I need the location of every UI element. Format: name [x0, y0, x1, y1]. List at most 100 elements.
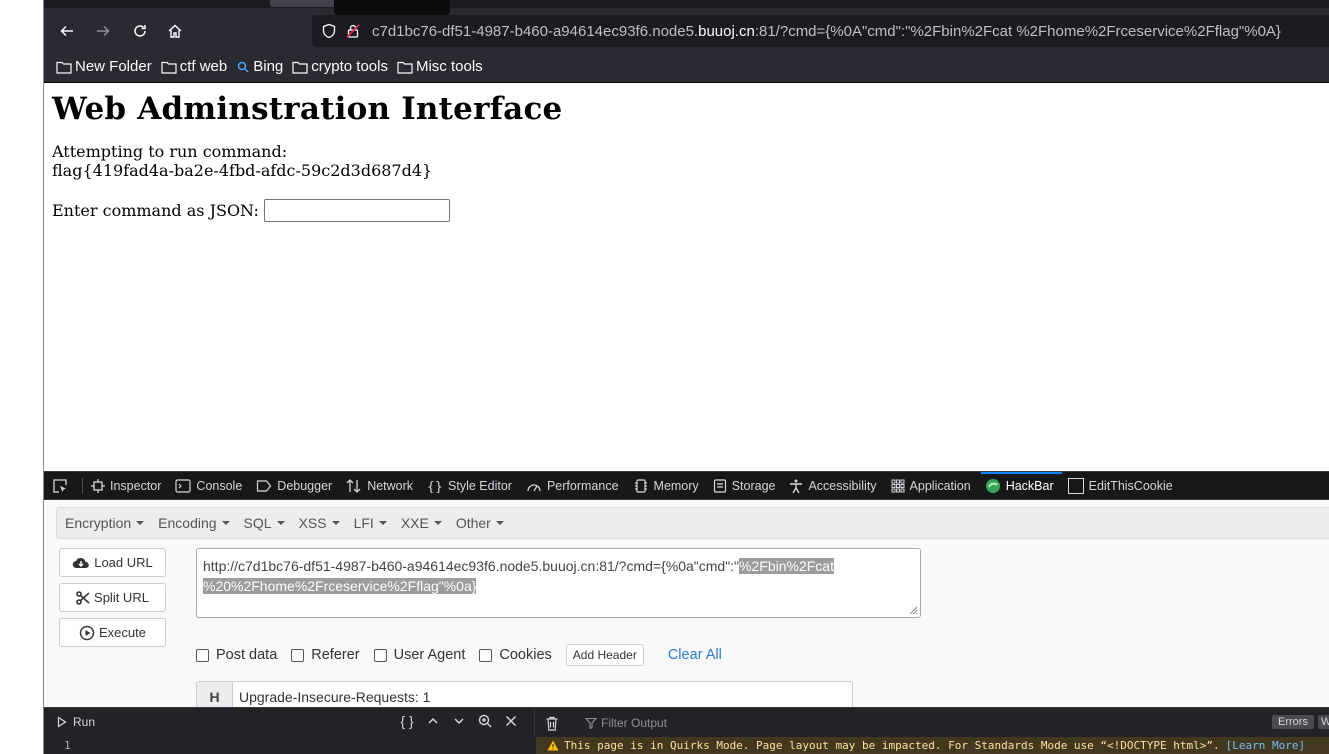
play-icon [57, 716, 67, 728]
menu-xss[interactable]: XSS [299, 515, 340, 531]
url-text-selected: %2Fbin%2Fcat [739, 558, 834, 574]
element-picker-button[interactable] [52, 478, 72, 494]
cookies-checkbox[interactable]: Cookies [479, 647, 552, 663]
chevron-down-icon[interactable] [446, 715, 472, 727]
shield-icon[interactable] [318, 20, 340, 42]
header-row: H Upgrade-Insecure-Requests: 1 [196, 681, 853, 707]
header-value[interactable]: Upgrade-Insecure-Requests: 1 [239, 689, 430, 705]
tab-storage[interactable]: Storage [713, 472, 775, 500]
editor-controls: { } [394, 713, 524, 729]
quirks-mode-warning: This page is in Quirks Mode. Page layout… [536, 737, 1329, 754]
tab-network[interactable]: Network [346, 472, 413, 500]
run-button[interactable]: Run [56, 715, 95, 729]
url-domain: buuoj.cn [698, 22, 755, 40]
load-url-button[interactable]: Load URL [59, 548, 166, 577]
command-input[interactable] [263, 199, 450, 222]
user-agent-checkbox[interactable]: User Agent [373, 647, 465, 663]
run-label: Run [73, 715, 96, 729]
application-icon [891, 479, 905, 492]
warnings-filter-button[interactable]: W [1318, 715, 1329, 729]
menu-label: SQL [243, 515, 272, 531]
menu-xxe[interactable]: XXE [401, 515, 442, 531]
reload-button[interactable] [129, 20, 151, 42]
checkbox-box[interactable] [479, 648, 493, 662]
url-textarea[interactable]: http://c7d1bc76-df51-4987-b460-a94614ec9… [196, 548, 921, 618]
arrow-right-icon [97, 25, 110, 37]
referer-checkbox[interactable]: Referer [291, 647, 360, 663]
filter-icon [585, 717, 597, 729]
post-data-checkbox[interactable]: Post data [196, 647, 277, 663]
browser-window: c7d1bc76-df51-4987-b460-a94614ec93f6.nod… [44, 0, 1329, 754]
checkbox-label: Referer [311, 647, 360, 663]
menu-encryption[interactable]: Encryption [65, 515, 145, 531]
resize-grip-icon[interactable] [909, 606, 918, 615]
filter-input[interactable]: Filter Output [585, 716, 667, 730]
url-bar[interactable]: c7d1bc76-df51-4987-b460-a94614ec93f6.nod… [312, 15, 1329, 47]
errors-filter-button[interactable]: Errors [1272, 715, 1314, 729]
checkbox-label: Post data [216, 647, 278, 663]
tab-memory[interactable]: Memory [633, 472, 699, 500]
desktop-edge [0, 0, 44, 754]
tab-inspector[interactable]: Inspector [91, 472, 161, 500]
svg-text:{}: {} [427, 480, 443, 493]
tab-editthiscookie[interactable]: EditThisCookie [1067, 472, 1173, 500]
tab-style-editor[interactable]: {} Style Editor [427, 472, 512, 500]
forward-button[interactable] [92, 20, 114, 42]
execute-button[interactable]: Execute [59, 618, 166, 647]
home-icon [168, 24, 182, 38]
pretty-print-icon[interactable]: { } [394, 713, 420, 729]
command-form: Enter command as JSON: [52, 199, 1329, 222]
menu-sql[interactable]: SQL [244, 515, 285, 531]
console-icon [175, 478, 192, 493]
close-icon[interactable] [498, 715, 524, 727]
tab-strip [44, 0, 1329, 15]
learn-more-link[interactable]: [Learn More] [1226, 739, 1305, 752]
split-url-button[interactable]: Split URL [59, 583, 166, 612]
load-url-label: Load URL [94, 555, 153, 570]
tab-label: Network [367, 478, 414, 493]
caret-down-icon [433, 521, 442, 525]
bookmark-label: Bing [253, 58, 284, 75]
tab-label: Style Editor [448, 478, 512, 493]
bookmark-label: ctf web [179, 58, 228, 75]
trash-icon[interactable] [545, 716, 559, 731]
tab-hackbar[interactable]: HackBar [980, 471, 1062, 500]
add-header-button[interactable]: Add Header [565, 644, 644, 666]
menu-encoding[interactable]: Encoding [158, 515, 230, 531]
filter-placeholder: Filter Output [601, 716, 668, 730]
checkbox-box[interactable] [373, 648, 387, 662]
inspector-icon [91, 478, 105, 493]
bookmark-ctf-web[interactable]: ctf web [161, 58, 228, 75]
menu-lfi[interactable]: LFI [354, 515, 387, 531]
tab-accessibility[interactable]: Accessibility [789, 472, 877, 500]
insecure-lock-icon[interactable] [342, 20, 364, 42]
tab-debugger[interactable]: Debugger [256, 472, 332, 500]
home-button[interactable] [164, 20, 186, 42]
back-button[interactable] [56, 20, 78, 42]
devtools-panel: Inspector Console Debugger Network {} St… [44, 471, 1329, 754]
bookmark-crypto-tools[interactable]: crypto tools [292, 58, 388, 75]
clear-all-link[interactable]: Clear All [668, 647, 722, 663]
header-type-badge: H [197, 682, 233, 707]
hackbar-icon [985, 478, 1000, 493]
tab-console[interactable]: Console [175, 472, 242, 500]
checkbox-box[interactable] [196, 648, 209, 662]
checkbox-box[interactable] [291, 648, 305, 662]
tab-label: Accessibility [808, 478, 877, 493]
chevron-up-icon[interactable] [420, 715, 446, 727]
bookmark-label: New Folder [75, 58, 152, 75]
bookmark-misc-tools[interactable]: Misc tools [397, 58, 483, 75]
menu-other[interactable]: Other [456, 515, 504, 531]
play-circle-icon [79, 625, 95, 640]
tab-performance[interactable]: Performance [526, 472, 619, 500]
line-number: 1 [64, 739, 71, 752]
bookmarks-toolbar: New Folder ctf web Bing crypto tools Mis… [44, 51, 1329, 83]
zoom-icon[interactable] [472, 714, 498, 728]
bookmark-new-folder[interactable]: New Folder [56, 58, 152, 75]
folder-icon [292, 61, 308, 74]
tab-label: Debugger [277, 478, 333, 493]
url-text-plain: http://c7d1bc76-df51-4987-b460-a94614ec9… [203, 558, 740, 574]
hackbar-menu: Encryption Encoding SQL XSS LFI XXE Othe… [56, 507, 1329, 539]
tab-application[interactable]: Application [891, 472, 971, 500]
bookmark-bing[interactable]: Bing [236, 58, 283, 75]
